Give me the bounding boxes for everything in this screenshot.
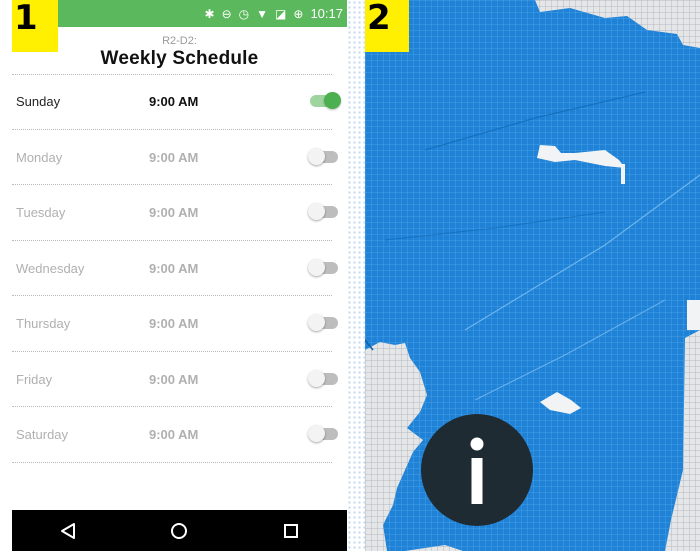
day-toggle[interactable] — [308, 369, 338, 387]
day-label: Saturday — [16, 427, 69, 442]
step-badge-1: 1 — [12, 0, 58, 52]
schedule-row-sunday: Sunday 9:00 AM — [12, 74, 341, 130]
toggle-knob — [308, 258, 325, 276]
time-value[interactable]: 9:00 AM — [149, 427, 198, 442]
schedule-screen: ✱ ⊖ ◷ ▼ ◪ ⊕ 10:17 R2-D2: Weekly Schedule… — [12, 0, 347, 551]
alarm-icon: ◷ — [238, 6, 250, 21]
robot-name: R2-D2: — [162, 35, 197, 47]
info-icon — [470, 437, 484, 504]
page-header: R2-D2: Weekly Schedule — [12, 34, 347, 70]
schedule-row-wednesday: Wednesday 9:00 AM — [12, 241, 338, 296]
day-toggle[interactable] — [308, 314, 338, 331]
obstacle-area — [621, 164, 625, 184]
time-value[interactable]: 9:00 AM — [149, 205, 198, 220]
step-badge-2: 2 — [365, 0, 409, 52]
obstacle-area — [687, 300, 700, 330]
schedule-row-thursday: Thursday 9:00 AM — [12, 296, 338, 352]
time-value[interactable]: 9:00 AM — [149, 150, 198, 165]
page-title: Weekly Schedule — [100, 48, 259, 69]
recents-icon[interactable] — [279, 519, 303, 543]
day-label: Sunday — [16, 94, 61, 109]
battery-saver-icon: ⊕ — [293, 6, 304, 21]
android-nav-bar — [12, 510, 347, 551]
day-label: Thursday — [16, 316, 71, 331]
schedule-row-monday: Monday 9:00 AM — [12, 130, 338, 185]
wifi-icon: ▼ — [256, 6, 269, 21]
do-not-disturb-icon: ⊖ — [221, 6, 232, 21]
day-toggle[interactable] — [308, 425, 338, 442]
status-time: 10:17 — [310, 6, 343, 21]
toggle-knob — [308, 314, 325, 331]
schedule-row-saturday: Saturday 9:00 AM — [12, 407, 338, 463]
toggle-knob — [324, 92, 341, 109]
no-sim-icon: ◪ — [275, 6, 287, 21]
time-value[interactable]: 9:00 AM — [149, 94, 198, 109]
day-label: Monday — [16, 149, 63, 165]
status-bar: ✱ ⊖ ◷ ▼ ◪ ⊕ 10:17 — [12, 0, 347, 27]
bluetooth-icon: ✱ — [204, 6, 215, 21]
schedule-row-tuesday: Tuesday 9:00 AM — [12, 185, 338, 241]
time-value[interactable]: 9:00 AM — [149, 316, 198, 331]
time-value[interactable]: 9:00 AM — [149, 372, 198, 387]
back-icon[interactable] — [56, 519, 80, 543]
day-label: Friday — [16, 371, 53, 387]
day-label: Tuesday — [16, 205, 66, 220]
day-label: Wednesday — [16, 260, 85, 276]
toggle-knob — [308, 425, 325, 442]
day-toggle[interactable] — [308, 258, 338, 276]
day-toggle[interactable] — [310, 92, 341, 109]
day-toggle[interactable] — [308, 203, 338, 220]
toggle-knob — [308, 147, 325, 165]
home-icon[interactable] — [167, 519, 191, 543]
toggle-knob — [308, 369, 325, 387]
schedule-row-friday: Friday 9:00 AM — [12, 352, 338, 407]
day-toggle[interactable] — [308, 147, 338, 165]
schedule-list: Sunday 9:00 AM Monday 9:00 AM Tuesday 9:… — [12, 74, 347, 463]
info-button[interactable] — [421, 414, 533, 526]
panel-separator — [347, 0, 365, 551]
toggle-knob — [308, 203, 325, 220]
time-value[interactable]: 9:00 AM — [149, 261, 198, 276]
cleaning-map-screen — [365, 0, 700, 551]
